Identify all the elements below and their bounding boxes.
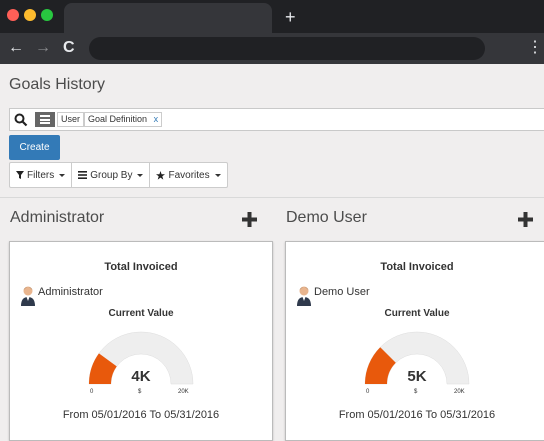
browser-tabstrip: + — [0, 0, 544, 33]
back-arrow-icon[interactable]: ← — [8, 38, 24, 58]
forward-arrow-icon[interactable]: → — [35, 38, 51, 58]
browser-tab[interactable] — [64, 3, 272, 33]
gauge-value: 5K — [407, 368, 427, 385]
caret-down-icon — [214, 173, 221, 177]
current-value-label: Current Value — [108, 308, 174, 319]
card-user-name: Administrator — [38, 286, 103, 298]
search-options: Filters Group By Favorites — [9, 162, 228, 188]
list-icon — [78, 171, 88, 179]
filter-icon — [16, 171, 24, 179]
new-tab-icon[interactable]: + — [285, 6, 296, 28]
facet-value-label: Goal Definition — [88, 114, 148, 124]
remove-facet-icon[interactable]: x — [154, 114, 159, 124]
filters-label: Filters — [27, 169, 55, 181]
favorites-button[interactable]: Favorites — [150, 163, 226, 187]
add-column-record-icon[interactable] — [518, 212, 533, 227]
maximize-window-icon[interactable] — [41, 9, 53, 21]
page-title: Goals History — [9, 76, 106, 93]
gauge-value: 4K — [131, 368, 151, 385]
card-title: Total Invoiced — [380, 261, 454, 273]
minimize-window-icon[interactable] — [24, 9, 36, 21]
search-bar[interactable]: User Goal Definition x — [9, 108, 544, 131]
create-button[interactable]: Create — [9, 135, 60, 160]
card-period: From 05/01/2016 To 05/31/2016 — [338, 409, 496, 421]
search-icon[interactable] — [14, 113, 28, 127]
goal-card[interactable]: Total Invoiced Demo User Current Value 5… — [285, 241, 544, 441]
avatar — [297, 286, 311, 306]
card-period: From 05/01/2016 To 05/31/2016 — [62, 409, 220, 421]
gauge-max-label: 20K — [178, 389, 189, 395]
close-window-icon[interactable] — [7, 9, 19, 21]
filters-button[interactable]: Filters — [10, 163, 73, 187]
column-header-administrator: Administrator — [10, 209, 105, 226]
add-column-record-icon[interactable] — [242, 212, 257, 227]
facet-value-user: User — [57, 112, 85, 127]
groupby-button[interactable]: Group By — [72, 163, 151, 187]
facet-value-goal-definition: Goal Definition x — [84, 112, 163, 127]
column-header-demo-user: Demo User — [286, 209, 367, 226]
favorites-label: Favorites — [168, 169, 210, 181]
card-user-name: Demo User — [314, 286, 370, 298]
gauge-currency-label: $ — [414, 389, 418, 395]
star-icon — [156, 170, 166, 180]
gauge-max-label: 20K — [454, 389, 465, 395]
gauge-min-label: 0 — [90, 389, 94, 395]
avatar — [21, 286, 35, 306]
goal-card[interactable]: Total Invoiced Administrator Current Val… — [9, 241, 273, 441]
caret-down-icon — [59, 173, 66, 177]
reload-icon[interactable]: C — [63, 38, 75, 58]
gauge-currency-label: $ — [138, 389, 142, 395]
groupby-facet-icon — [35, 112, 55, 127]
groupby-label: Group By — [90, 169, 133, 181]
address-bar[interactable] — [89, 37, 485, 60]
caret-down-icon — [137, 173, 144, 177]
browser-menu-icon[interactable]: ⋮ — [527, 38, 543, 58]
divider — [0, 197, 544, 198]
current-value-label: Current Value — [384, 308, 450, 319]
gauge-min-label: 0 — [366, 389, 370, 395]
card-title: Total Invoiced — [104, 261, 178, 273]
